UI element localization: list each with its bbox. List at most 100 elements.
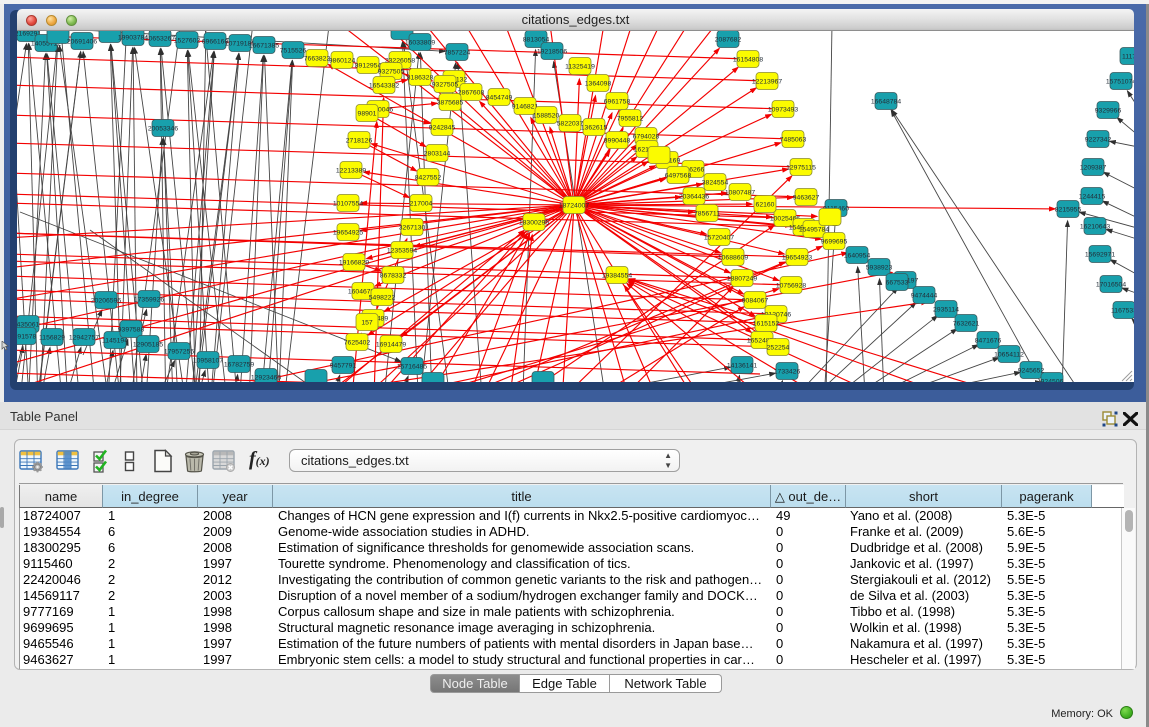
svg-text:11171: 11171 — [1122, 54, 1134, 61]
svg-text:7515526: 7515526 — [280, 48, 307, 55]
svg-text:9457791: 9457791 — [330, 363, 357, 370]
svg-text:7955812: 7955812 — [617, 116, 644, 123]
svg-text:18300295: 18300295 — [519, 220, 549, 227]
svg-text:2718126: 2718126 — [346, 138, 373, 145]
svg-text:15716485: 15716485 — [397, 364, 427, 371]
svg-text:1588520: 1588520 — [533, 113, 560, 120]
svg-text:9327505: 9327505 — [432, 82, 459, 89]
svg-text:1364098: 1364098 — [585, 81, 612, 88]
svg-text:16033809: 16033809 — [405, 40, 435, 47]
svg-text:20691406: 20691406 — [67, 39, 97, 46]
svg-text:8186328: 8186328 — [407, 75, 434, 82]
svg-text:16782759: 16782759 — [224, 362, 254, 369]
svg-text:924506: 924506 — [1041, 379, 1064, 383]
svg-text:62160: 62160 — [756, 202, 775, 209]
svg-text:19654923: 19654923 — [782, 255, 812, 262]
svg-text:9227342: 9227342 — [1085, 137, 1112, 144]
svg-text:1640954: 1640954 — [844, 253, 871, 260]
svg-text:12213967: 12213967 — [752, 79, 782, 86]
svg-text:20206596: 20206596 — [91, 298, 121, 305]
svg-text:10973493: 10973493 — [768, 107, 798, 114]
svg-text:19218506: 19218506 — [537, 49, 567, 56]
svg-text:2935114: 2935114 — [933, 307, 959, 314]
svg-text:10958107: 10958107 — [193, 358, 223, 365]
svg-text:1145194: 1145194 — [102, 338, 128, 345]
svg-text:1156829: 1156829 — [39, 335, 65, 342]
svg-text:1615152: 1615152 — [753, 321, 780, 328]
svg-text:9084067: 9084067 — [742, 298, 769, 305]
svg-text:5498222: 5498222 — [369, 295, 396, 302]
svg-text:1167533: 1167533 — [1111, 308, 1134, 315]
svg-text:2803144: 2803144 — [424, 151, 451, 158]
svg-text:15720407: 15720407 — [704, 235, 734, 242]
svg-text:2087682: 2087682 — [715, 37, 742, 44]
svg-text:2867608: 2867608 — [458, 90, 485, 97]
svg-text:391578: 391578 — [17, 334, 37, 341]
svg-text:9699695: 9699695 — [821, 239, 848, 246]
svg-text:252254: 252254 — [767, 345, 790, 352]
svg-text:12975115: 12975115 — [786, 165, 816, 172]
svg-text:1362615: 1362615 — [581, 125, 608, 132]
svg-text:16914479: 16914479 — [376, 342, 406, 349]
svg-text:7625402: 7625402 — [344, 340, 371, 347]
svg-text:14136141: 14136141 — [727, 363, 757, 370]
svg-text:1244415: 1244415 — [1079, 194, 1106, 201]
svg-text:15751074: 15751074 — [1106, 79, 1134, 86]
svg-text:10653267: 10653267 — [145, 36, 175, 43]
svg-text:12353594: 12353594 — [387, 248, 417, 255]
svg-text:217004: 217004 — [410, 201, 433, 208]
svg-text:3267130: 3267130 — [399, 225, 426, 232]
svg-text:5938923: 5938923 — [866, 265, 893, 272]
svg-text:10756928: 10756928 — [776, 283, 806, 290]
svg-text:16154808: 16154808 — [733, 57, 763, 64]
svg-text:3875685: 3875685 — [437, 100, 464, 107]
svg-text:9242845: 9242845 — [429, 125, 456, 132]
svg-text:18724007: 18724007 — [559, 203, 589, 210]
svg-text:15692971: 15692971 — [1085, 252, 1115, 259]
svg-text:10688609: 10688609 — [718, 255, 748, 262]
svg-text:9327505: 9327505 — [378, 69, 405, 76]
svg-text:9474444: 9474444 — [911, 293, 938, 300]
svg-text:8471676: 8471676 — [975, 338, 1002, 345]
svg-text:11325419: 11325419 — [565, 64, 595, 71]
svg-text:9146821: 9146821 — [512, 104, 539, 111]
svg-text:6961758: 6961758 — [604, 99, 631, 106]
svg-text:6497568: 6497568 — [665, 173, 692, 180]
svg-text:19903784: 19903784 — [118, 35, 148, 42]
svg-text:667533: 667533 — [886, 280, 909, 287]
svg-text:19166829: 19166829 — [339, 260, 369, 267]
svg-text:16543382: 16543382 — [369, 83, 399, 90]
svg-text:1527602: 1527602 — [174, 38, 201, 45]
svg-text:7632621: 7632621 — [953, 321, 980, 328]
svg-text:157: 157 — [361, 320, 373, 327]
svg-text:16671385: 16671385 — [249, 43, 279, 50]
svg-text:10107554: 10107554 — [333, 201, 363, 208]
svg-text:12942757: 12942757 — [69, 335, 99, 342]
svg-text:10654112: 10654112 — [994, 352, 1024, 359]
svg-text:19384554: 19384554 — [602, 273, 632, 280]
svg-text:5822037: 5822037 — [557, 121, 584, 128]
svg-text:8678332: 8678332 — [380, 273, 407, 280]
svg-text:3824554: 3824554 — [702, 180, 729, 187]
svg-text:98901: 98901 — [358, 111, 377, 118]
svg-text:20053346: 20053346 — [148, 126, 178, 133]
svg-text:9245652: 9245652 — [1018, 368, 1045, 375]
svg-text:12213389: 12213389 — [336, 168, 366, 175]
svg-text:17359926: 17359926 — [134, 297, 164, 304]
svg-text:20364436: 20364436 — [679, 194, 709, 201]
svg-text:17957255: 17957255 — [164, 349, 194, 356]
svg-text:7856711: 7856711 — [694, 211, 720, 218]
svg-text:16648784: 16648784 — [871, 99, 901, 106]
svg-text:7857224: 7857224 — [444, 50, 471, 57]
svg-text:9463627: 9463627 — [793, 195, 820, 202]
svg-text:19654925: 19654925 — [333, 230, 363, 237]
svg-text:12905185: 12905185 — [133, 342, 163, 349]
svg-text:6794028: 6794028 — [633, 134, 660, 141]
svg-text:18807249: 18807249 — [727, 276, 757, 283]
svg-text:7663822: 7663822 — [304, 56, 331, 63]
svg-text:9329966: 9329966 — [1095, 108, 1122, 115]
svg-text:8215955: 8215955 — [1055, 207, 1082, 214]
svg-text:8427552: 8427552 — [415, 175, 442, 182]
svg-text:8454749: 8454749 — [486, 95, 513, 102]
svg-text:1209387: 1209387 — [1080, 165, 1107, 172]
